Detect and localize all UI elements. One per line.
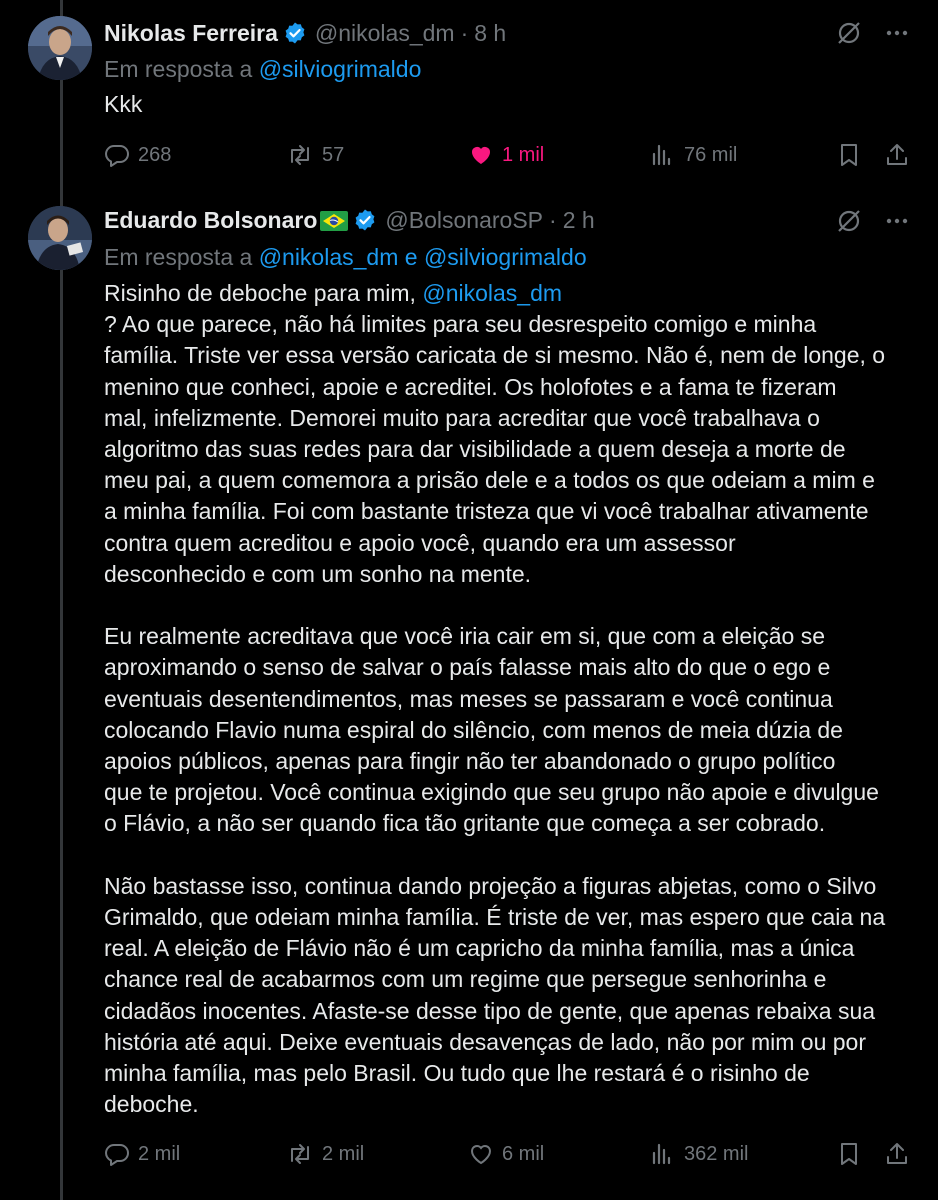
reply-post-nikolas[interactable]: Nikolas Ferreira @nikolas_dm · 8 h Em re…: [0, 0, 938, 190]
share-button[interactable]: [884, 140, 910, 170]
like-button[interactable]: 1 mil: [468, 140, 544, 170]
reply-mention-link[interactable]: @silviogrimaldo: [424, 244, 587, 270]
like-icon: [468, 1141, 494, 1167]
views-count: 76 mil: [684, 143, 738, 166]
repost-icon: [286, 1141, 314, 1167]
post-text-line: minha família, mas pelo Brasil. Ou tudo …: [104, 1060, 810, 1087]
bookmark-icon: [836, 142, 862, 168]
post-text-line: real. A eleição de Flávio não é um capri…: [104, 935, 855, 962]
author-handle[interactable]: @BolsonaroSP: [385, 207, 543, 234]
post-top-actions: [836, 20, 910, 51]
reply-conjunction: e: [398, 244, 424, 270]
post-text-line: menino que conheci, apoie e acreditei. O…: [104, 373, 837, 400]
post-text-line: o Flávio, a não ser quando fica tão grit…: [104, 810, 826, 837]
bookmark-icon: [836, 1141, 862, 1167]
post-text-line: meu pai, a quem comemora a prisão dele e…: [104, 467, 875, 494]
reply-context: Em resposta a @nikolas_dm e @silviogrima…: [104, 244, 587, 271]
post-text: Kkk: [104, 89, 914, 120]
like-icon: [468, 142, 494, 168]
verified-badge-icon[interactable]: [353, 208, 377, 232]
post-text-line: a minha família. Foi com bastante triste…: [104, 498, 869, 525]
post-text-line: mal, infelizmente. Demorei muito para ac…: [104, 404, 820, 431]
reply-mention-link[interactable]: @silviogrimaldo: [259, 56, 422, 82]
reply-icon: [104, 142, 130, 168]
repost-icon: [286, 142, 314, 168]
views-button[interactable]: 76 mil: [650, 140, 737, 170]
share-button[interactable]: [884, 1139, 910, 1169]
post-top-actions: [836, 208, 910, 239]
post-header: Nikolas Ferreira @nikolas_dm · 8 h: [104, 18, 506, 48]
post-text-line: Grimaldo, que odeiam minha família. É tr…: [104, 904, 886, 931]
repost-count: 57: [322, 143, 345, 166]
paragraph-3: Não bastasse isso, continua dando projeç…: [104, 871, 914, 1121]
reply-button[interactable]: 2 mil: [104, 1139, 180, 1169]
views-icon: [650, 1141, 676, 1167]
grok-icon[interactable]: [836, 208, 862, 239]
post-text-line: Não bastasse isso, continua dando projeç…: [104, 872, 877, 899]
reply-mention-link[interactable]: @nikolas_dm: [259, 244, 399, 270]
more-icon[interactable]: [884, 20, 910, 51]
repost-button[interactable]: 2 mil: [286, 1139, 364, 1169]
post-text-line: chance real de acabarmos com um regime q…: [104, 966, 827, 993]
post-text-line: algoritmo das suas redes para dar visibi…: [104, 436, 846, 463]
bookmark-button[interactable]: [836, 1139, 862, 1169]
post-action-bar: 268 57 1 mil 76 mil: [104, 140, 912, 170]
reply-context: Em resposta a @silviogrimaldo: [104, 56, 421, 83]
post-time[interactable]: 8 h: [474, 20, 506, 47]
like-count: 1 mil: [502, 143, 545, 166]
reply-count: 268: [138, 143, 172, 166]
reply-prefix: Em resposta a: [104, 244, 259, 270]
brazil-flag-icon: [320, 210, 349, 231]
post-text-line: cidadãos inocentes. Afaste-se desse tipo…: [104, 997, 876, 1024]
post-text-line: eventuais desentendimentos, mas meses se…: [104, 685, 833, 712]
reply-icon: [104, 1141, 130, 1167]
more-icon[interactable]: [884, 208, 910, 239]
share-icon: [884, 142, 910, 168]
repost-button[interactable]: 57: [286, 140, 344, 170]
post-text-line: deboche.: [104, 1091, 199, 1118]
mention-intro: Risinho de deboche para mim,: [104, 280, 423, 306]
avatar[interactable]: [28, 16, 92, 80]
bookmark-button[interactable]: [836, 140, 862, 170]
post-text-line: história até aqui. Deixe eventuais desav…: [104, 1028, 867, 1055]
reply-prefix: Em resposta a: [104, 56, 259, 82]
post-text-line: Risinho de deboche para mim, @nikolas_dm: [104, 278, 914, 309]
mention-link[interactable]: @nikolas_dm: [422, 280, 562, 306]
share-icon: [884, 1141, 910, 1167]
post-text-line: ? Ao que parece, não há limites para seu…: [104, 311, 817, 338]
views-button[interactable]: 362 mil: [650, 1139, 748, 1169]
post-text-line: contra quem acreditou e apoio você, quan…: [104, 529, 736, 556]
views-icon: [650, 142, 676, 168]
reply-button[interactable]: 268: [104, 140, 171, 170]
post-time[interactable]: 2 h: [563, 207, 595, 234]
repost-count: 2 mil: [322, 1142, 365, 1165]
post-text-line: aproximando o senso de salvar o país fal…: [104, 654, 831, 681]
post-text-line: Kkk: [104, 91, 143, 117]
post-text-line: que te projetou. Você continua exigindo …: [104, 779, 879, 806]
paragraph-2: Eu realmente acreditava que você iria ca…: [104, 621, 914, 839]
like-count: 6 mil: [502, 1142, 545, 1165]
separator-dot: ·: [549, 206, 557, 233]
author-name[interactable]: Nikolas Ferreira: [104, 20, 278, 47]
reply-post-eduardo[interactable]: Eduardo Bolsonaro @BolsonaroSP · 2 h Em …: [0, 190, 938, 1200]
avatar[interactable]: [28, 206, 92, 270]
author-name[interactable]: Eduardo Bolsonaro: [104, 207, 317, 234]
reply-count: 2 mil: [138, 1142, 181, 1165]
post-text-line: colocando Flavio numa espiral do silênci…: [104, 716, 843, 743]
paragraph-1: ? Ao que parece, não há limites para seu…: [104, 309, 914, 590]
post-text: Risinho de deboche para mim, @nikolas_dm…: [104, 278, 914, 1120]
post-action-bar: 2 mil 2 mil 6 mil 362 mil: [104, 1139, 912, 1169]
post-text-line: Eu realmente acreditava que você iria ca…: [104, 623, 826, 650]
separator-dot: ·: [460, 19, 469, 46]
post-text-line: apoios públicos, apenas para fingir não …: [104, 748, 836, 775]
views-count: 362 mil: [684, 1142, 749, 1165]
post-text-line: família. Triste ver essa versão caricata…: [104, 342, 886, 369]
verified-badge-icon[interactable]: [283, 21, 307, 45]
post-header: Eduardo Bolsonaro @BolsonaroSP · 2 h: [104, 205, 595, 235]
author-handle[interactable]: @nikolas_dm: [315, 20, 455, 47]
post-text-line: desconhecido e com um sonho na mente.: [104, 560, 532, 587]
grok-icon[interactable]: [836, 20, 862, 51]
like-button[interactable]: 6 mil: [468, 1139, 544, 1169]
